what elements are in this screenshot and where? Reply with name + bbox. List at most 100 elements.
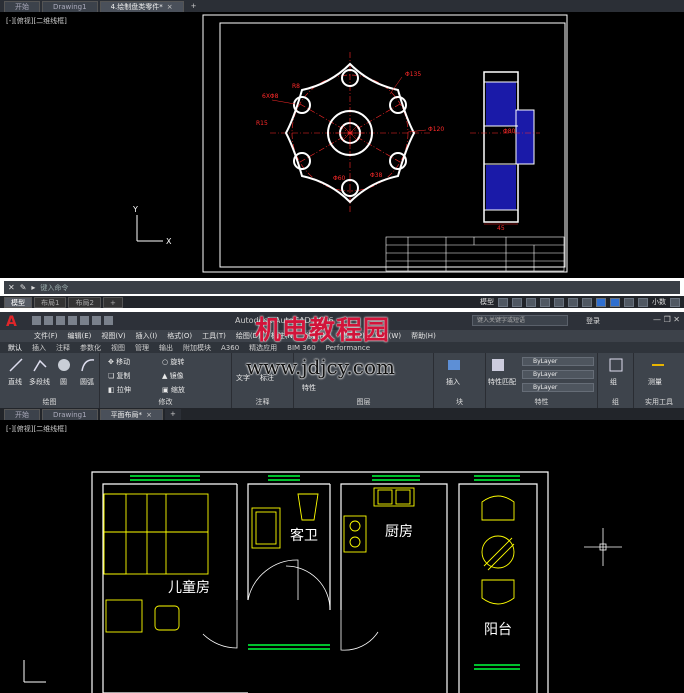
new-tab-button[interactable]: + bbox=[185, 1, 202, 12]
layer-properties-button[interactable]: 特性 bbox=[302, 383, 316, 393]
new-icon[interactable] bbox=[32, 316, 41, 325]
search-input[interactable]: 键入关键字或短语 bbox=[472, 315, 568, 326]
match-properties-icon[interactable] bbox=[490, 357, 506, 373]
insert-block-icon[interactable] bbox=[446, 357, 462, 373]
tab-floor-plan[interactable]: 平面布局* × bbox=[99, 409, 163, 420]
measure-button[interactable]: 测量 bbox=[648, 377, 662, 387]
close-icon[interactable]: × bbox=[146, 411, 152, 419]
otrack-icon[interactable] bbox=[568, 297, 578, 307]
polyline-icon[interactable] bbox=[32, 357, 48, 373]
ortho-icon[interactable] bbox=[526, 297, 536, 307]
close-icon[interactable]: × bbox=[167, 3, 173, 11]
status-model[interactable]: 模型 bbox=[480, 297, 494, 307]
login-button[interactable]: 登录 bbox=[586, 316, 600, 326]
units-dropdown[interactable]: 小数 bbox=[652, 297, 666, 307]
window-controls[interactable]: — ❐ ✕ bbox=[653, 315, 680, 324]
modify-group: ✥ 移动 ○ 旋转 ❏ 复制 ▲ 镜像 ◧ 拉伸 ▣ 缩放 修改 bbox=[100, 353, 232, 408]
tab-layout2[interactable]: 布局2 bbox=[68, 296, 101, 308]
scale-button[interactable]: ▣ 缩放 bbox=[162, 385, 185, 395]
move-label: 移动 bbox=[116, 358, 131, 366]
save-icon[interactable] bbox=[56, 316, 65, 325]
lineweight-dropdown[interactable]: ByLayer bbox=[522, 383, 594, 392]
floor-plan-canvas[interactable]: [-][俯视][二维线框] 儿童房 客卫 厨房 阳台 bbox=[0, 420, 684, 693]
ribbon-tab-output[interactable]: 输出 bbox=[159, 343, 173, 353]
command-prompt-icon: ▸ bbox=[31, 283, 36, 292]
block-group-title: 块 bbox=[456, 398, 463, 406]
group-button[interactable]: 组 bbox=[610, 377, 617, 387]
mirror-label: 镜像 bbox=[169, 372, 184, 380]
redo-icon[interactable] bbox=[104, 316, 113, 325]
workspace-icon[interactable] bbox=[638, 297, 648, 307]
lineweight-icon[interactable] bbox=[582, 297, 592, 307]
rotate-button[interactable]: ○ 旋转 bbox=[162, 357, 184, 367]
insert-button[interactable]: 插入 bbox=[446, 377, 460, 387]
customize-icon[interactable] bbox=[670, 297, 680, 307]
measure-icon[interactable] bbox=[650, 357, 666, 373]
menu-file[interactable]: 文件(F) bbox=[34, 331, 58, 341]
room-label-kids: 儿童房 bbox=[168, 579, 210, 596]
scale-label: 缩放 bbox=[170, 386, 185, 394]
menu-help[interactable]: 帮助(H) bbox=[411, 331, 436, 341]
tab-model[interactable]: 模型 bbox=[4, 296, 32, 308]
grid-icon[interactable] bbox=[498, 297, 508, 307]
ribbon-tab-addins[interactable]: 附加模块 bbox=[183, 343, 211, 353]
open-icon[interactable] bbox=[44, 316, 53, 325]
match-properties-button[interactable]: 特性匹配 bbox=[488, 377, 516, 387]
menu-view[interactable]: 视图(V) bbox=[101, 331, 125, 341]
polyline-button[interactable]: 多段线 bbox=[29, 377, 50, 387]
arc-icon[interactable] bbox=[80, 357, 96, 373]
menu-edit[interactable]: 编辑(E) bbox=[68, 331, 92, 341]
move-button[interactable]: ✥ 移动 bbox=[108, 357, 130, 367]
autocad-logo-icon[interactable]: A bbox=[6, 314, 28, 330]
new-layout-button[interactable]: + bbox=[102, 296, 123, 308]
room-label-bath: 客卫 bbox=[290, 527, 318, 544]
tab-layout1[interactable]: 布局1 bbox=[34, 296, 67, 308]
copy-button[interactable]: ❏ 复制 bbox=[108, 371, 131, 381]
selection-cycling-icon[interactable] bbox=[610, 297, 620, 307]
ribbon-tab-home[interactable]: 默认 bbox=[8, 343, 22, 353]
windows bbox=[130, 475, 520, 670]
menu-tools[interactable]: 工具(T) bbox=[202, 331, 226, 341]
wrench-icon[interactable]: ✎ bbox=[20, 283, 27, 292]
line-icon[interactable] bbox=[8, 357, 24, 373]
ribbon-tab-manage[interactable]: 管理 bbox=[135, 343, 149, 353]
print-icon[interactable] bbox=[80, 316, 89, 325]
tab-drawing1[interactable]: Drawing1 bbox=[42, 1, 98, 12]
line-button[interactable]: 直线 bbox=[8, 377, 22, 387]
ribbon-tab-insert[interactable]: 插入 bbox=[32, 343, 46, 353]
drawing-frame bbox=[202, 14, 568, 273]
linetype-dropdown[interactable]: ByLayer bbox=[522, 370, 594, 379]
dim-135: Φ135 bbox=[405, 71, 421, 78]
tab-start[interactable]: 开始 bbox=[4, 409, 40, 420]
polar-icon[interactable] bbox=[540, 297, 550, 307]
arc-button[interactable]: 圆弧 bbox=[80, 377, 94, 387]
command-input[interactable]: 键入命令 bbox=[40, 283, 68, 293]
ribbon-tab-view[interactable]: 视图 bbox=[111, 343, 125, 353]
annotation-scale-icon[interactable] bbox=[624, 297, 634, 307]
ribbon-tab-annotate[interactable]: 注释 bbox=[56, 343, 70, 353]
utilities-group-title: 实用工具 bbox=[645, 398, 673, 406]
undo-icon[interactable] bbox=[92, 316, 101, 325]
close-icon[interactable]: ✕ bbox=[8, 283, 15, 292]
mirror-button[interactable]: ▲ 镜像 bbox=[162, 371, 184, 381]
group-icon[interactable] bbox=[608, 357, 624, 373]
command-line[interactable]: ✕ ✎ ▸ 键入命令 bbox=[4, 281, 680, 294]
circle-button[interactable]: 圆 bbox=[60, 377, 67, 387]
ribbon-tab-parametric[interactable]: 参数化 bbox=[80, 343, 101, 353]
ribbon-tab-a360[interactable]: A360 bbox=[221, 344, 239, 352]
tab-drawing1[interactable]: Drawing1 bbox=[42, 409, 98, 420]
menu-insert[interactable]: 插入(I) bbox=[136, 331, 158, 341]
osnap-icon[interactable] bbox=[554, 297, 564, 307]
new-tab-button[interactable]: + bbox=[164, 409, 181, 420]
tab-start[interactable]: 开始 bbox=[4, 1, 40, 12]
stretch-button[interactable]: ◧ 拉伸 bbox=[108, 385, 131, 395]
tab-part-drawing[interactable]: 4.绘制盘类零件* × bbox=[99, 1, 184, 12]
menu-format[interactable]: 格式(O) bbox=[167, 331, 192, 341]
dim-38: Φ38 bbox=[370, 172, 383, 179]
circle-icon[interactable] bbox=[56, 357, 72, 373]
snap-icon[interactable] bbox=[512, 297, 522, 307]
color-dropdown[interactable]: ByLayer bbox=[522, 357, 594, 366]
top-drawing-canvas[interactable]: [-][俯视][二维线框] Y X 6XΦ8 R8 R15 Φ135 Φ120 … bbox=[0, 12, 684, 278]
saveas-icon[interactable] bbox=[68, 316, 77, 325]
transparency-icon[interactable] bbox=[596, 297, 606, 307]
